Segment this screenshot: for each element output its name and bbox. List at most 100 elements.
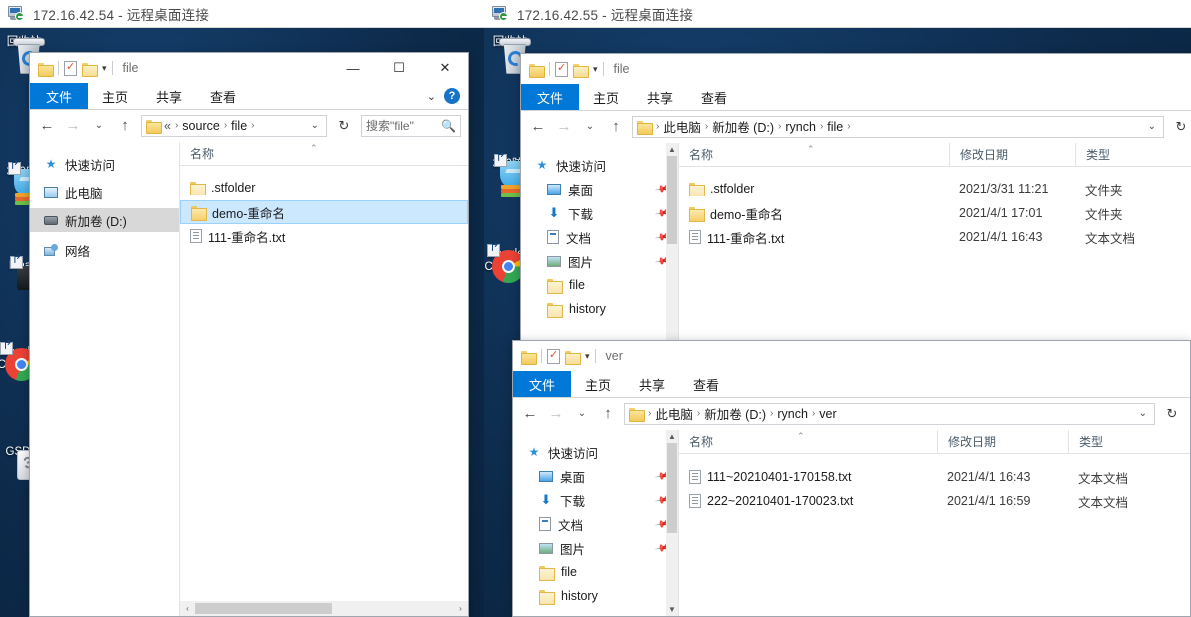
table-row[interactable]: demo-重命名 (180, 200, 468, 224)
tab-home[interactable]: 主页 (88, 83, 142, 109)
up-button[interactable]: ↑ (598, 405, 618, 422)
nav-vertical-scrollbar[interactable]: ▲ ▼ (666, 430, 678, 616)
window1-file-list[interactable]: 名称 ⌃ .stfolder demo-重命名 111-重命名.txt ‹ › (180, 142, 468, 616)
nav-item-downloads[interactable]: ⬇ 下载 📌 (521, 201, 678, 225)
chevron-down-icon[interactable]: ⌄ (1148, 121, 1159, 132)
close-button[interactable]: ✕ (422, 53, 468, 83)
breadcrumb-overflow[interactable]: « (164, 119, 171, 133)
table-row[interactable]: .stfolder (180, 176, 468, 200)
breadcrumb-item-drive[interactable]: 新加卷 (D:) (704, 404, 766, 423)
breadcrumb[interactable]: › 此电脑 › 新加卷 (D:) › rynch › file › ⌄ (632, 115, 1164, 138)
table-row[interactable]: .stfolder 2021/3/31 11:21 文件夹 (679, 177, 1191, 201)
chevron-down-icon[interactable]: ⌄ (311, 120, 322, 131)
nav-item-documents[interactable]: 文档 📌 (521, 225, 678, 249)
window1-controls[interactable]: — ☐ ✕ (330, 53, 468, 83)
scroll-left-icon[interactable]: ‹ (180, 604, 195, 613)
breadcrumb-item-drive[interactable]: 新加卷 (D:) (712, 117, 774, 136)
tab-home[interactable]: 主页 (579, 84, 633, 110)
folder-icon[interactable] (38, 62, 54, 77)
chevron-down-icon[interactable]: ▾ (102, 63, 107, 74)
scrollbar-thumb[interactable] (667, 156, 677, 244)
nav-item-quick-access[interactable]: ★ 快速访问 (30, 152, 179, 176)
table-row[interactable]: 111-重命名.txt 2021/4/1 16:43 文本文档 (679, 225, 1191, 249)
back-button[interactable]: ← (528, 118, 548, 135)
tab-file[interactable]: 文件 (513, 371, 572, 397)
properties-icon[interactable] (547, 348, 560, 364)
column-header-type[interactable]: 类型 (1068, 430, 1178, 454)
refresh-button[interactable]: ↻ (1170, 116, 1191, 138)
nav-item-file[interactable]: file (513, 560, 678, 584)
tab-view[interactable]: 查看 (196, 83, 250, 109)
recent-locations-icon[interactable]: ⌄ (89, 120, 109, 131)
nav-item-desktop[interactable]: 桌面 📌 (513, 464, 678, 488)
rdp-titlebar-1[interactable]: 172.16.42.54 - 远程桌面连接 (0, 0, 484, 28)
table-row[interactable]: 222~20210401-170023.txt 2021/4/1 16:59 文… (679, 489, 1190, 513)
nav-item-network[interactable]: 网络 (30, 238, 179, 262)
window2-address-bar[interactable]: ← → ⌄ ↑ › 此电脑 › 新加卷 (D:) › rynch › file … (521, 111, 1191, 142)
refresh-button[interactable]: ↻ (1161, 403, 1183, 425)
window2-list-header[interactable]: 名称 ⌃ 修改日期 类型 (679, 143, 1191, 167)
nav-item-pictures[interactable]: 图片 📌 (513, 536, 678, 560)
back-button[interactable]: ← (37, 117, 57, 134)
column-header-type[interactable]: 类型 (1075, 143, 1185, 167)
scrollbar-thumb[interactable] (667, 443, 677, 533)
window3-address-bar[interactable]: ← → ⌄ ↑ › 此电脑 › 新加卷 (D:) › rynch › ver ⌄… (513, 398, 1190, 429)
rdp-titlebar-2[interactable]: 172.16.42.55 - 远程桌面连接 (484, 0, 1191, 28)
tab-share[interactable]: 共享 (633, 84, 687, 110)
nav-item-desktop[interactable]: 桌面 📌 (521, 177, 678, 201)
tab-share[interactable]: 共享 (625, 371, 679, 397)
explorer-window-1[interactable]: ▾ file — ☐ ✕ 文件 主页 共享 查看 ⌄ ? ← → ⌄ ↑ (29, 52, 469, 617)
column-header-name[interactable]: 名称 ⌃ (679, 430, 937, 454)
breadcrumb-item-this-pc[interactable]: 此电脑 (655, 404, 693, 423)
chevron-down-icon[interactable]: ⌄ (427, 90, 436, 103)
breadcrumb-item-rynch[interactable]: rynch (777, 407, 808, 421)
nav-item-quick-access[interactable]: ★ 快速访问 (521, 153, 678, 177)
column-header-name[interactable]: 名称 ⌃ (679, 143, 949, 167)
desktop-icon-recycle-bin-2[interactable]: 回收站 (484, 36, 542, 74)
window1-list-header[interactable]: 名称 ⌃ (180, 142, 468, 166)
nav-item-new-volume-d[interactable]: 新加卷 (D:) (30, 208, 179, 232)
window2-ribbon-tabs[interactable]: 文件 主页 共享 查看 (521, 84, 1191, 111)
nav-item-quick-access[interactable]: ★ 快速访问 (513, 440, 678, 464)
help-icon[interactable]: ? (444, 88, 460, 104)
breadcrumb-item-this-pc[interactable]: 此电脑 (663, 117, 701, 136)
folder-icon[interactable] (529, 63, 545, 78)
horizontal-scrollbar[interactable]: ‹ › (180, 601, 468, 616)
breadcrumb[interactable]: « › source › file › ⌄ (141, 114, 327, 137)
new-folder-icon[interactable] (573, 63, 589, 78)
scroll-right-icon[interactable]: › (453, 604, 468, 613)
recent-locations-icon[interactable]: ⌄ (580, 121, 600, 132)
nav-item-documents[interactable]: 文档 📌 (513, 512, 678, 536)
search-icon[interactable]: 🔍 (441, 119, 456, 133)
chevron-down-icon[interactable]: ▾ (593, 64, 598, 75)
minimize-button[interactable]: — (330, 53, 376, 83)
tab-view[interactable]: 查看 (679, 371, 733, 397)
refresh-button[interactable]: ↻ (333, 115, 355, 137)
nav-item-downloads[interactable]: ⬇ 下载 📌 (513, 488, 678, 512)
table-row[interactable]: demo-重命名 2021/4/1 17:01 文件夹 (679, 201, 1191, 225)
nav-item-history[interactable]: history (521, 297, 678, 321)
scroll-up-icon[interactable]: ▲ (666, 143, 678, 156)
up-button[interactable]: ↑ (606, 118, 626, 135)
quick-access-toolbar-1[interactable]: ▾ (38, 60, 113, 77)
nav-item-file[interactable]: file (521, 273, 678, 297)
quick-access-toolbar-2[interactable]: ▾ (529, 61, 604, 78)
up-button[interactable]: ↑ (115, 117, 135, 134)
window2-titlebar[interactable]: ▾ file (521, 54, 1191, 84)
breadcrumb-item-file[interactable]: file (827, 120, 843, 134)
column-header-modified[interactable]: 修改日期 (937, 430, 1068, 454)
nav-item-this-pc[interactable]: 此电脑 (30, 180, 179, 204)
new-folder-icon[interactable] (82, 62, 98, 77)
nav-item-history[interactable]: history (513, 584, 678, 608)
quick-access-toolbar-3[interactable]: ▾ (521, 348, 596, 365)
window3-file-list[interactable]: 名称 ⌃ 修改日期 类型 111~20210401-170158.txt 202… (679, 430, 1190, 616)
properties-icon[interactable] (555, 61, 568, 77)
window2-file-list[interactable]: 名称 ⌃ 修改日期 类型 .stfolder 2021/3/31 11:21 文… (679, 143, 1191, 352)
breadcrumb-item-rynch[interactable]: rynch (785, 120, 816, 134)
window3-titlebar[interactable]: ▾ ver (513, 341, 1190, 371)
nav-vertical-scrollbar[interactable]: ▲ ▼ (666, 143, 678, 352)
breadcrumb-item-source[interactable]: source (182, 119, 220, 133)
new-folder-icon[interactable] (565, 350, 581, 365)
back-button[interactable]: ← (520, 405, 540, 422)
folder-icon[interactable] (521, 350, 537, 365)
